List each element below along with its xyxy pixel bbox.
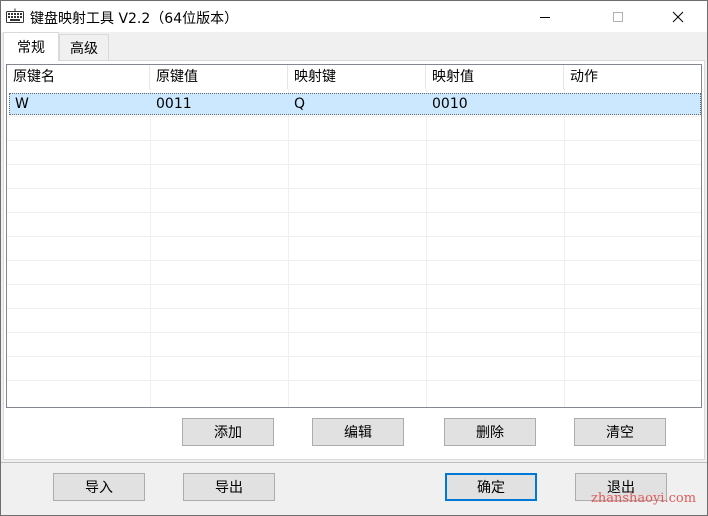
tab-strip: 常规 高级	[1, 32, 707, 61]
ok-button[interactable]: 确定	[445, 473, 537, 501]
grid-line	[288, 89, 289, 407]
clear-button[interactable]: 清空	[574, 418, 666, 446]
cell-mapped-value: 0010	[432, 96, 468, 112]
minimize-icon	[540, 16, 550, 18]
cell-action	[565, 94, 570, 114]
edit-button[interactable]: 编辑	[312, 418, 404, 446]
grid-line	[7, 308, 701, 309]
column-header-mapped-value[interactable]: 映射值	[426, 65, 564, 89]
list-header: 原键名 原键值 映射键 映射值 动作	[7, 65, 701, 89]
title-bar[interactable]: 键盘映射工具 V2.2（64位版本）	[1, 1, 707, 32]
grid-line	[150, 89, 151, 407]
grid-line	[7, 356, 701, 357]
grid-line	[7, 236, 701, 237]
footer-divider	[1, 462, 707, 463]
grid-line	[7, 332, 701, 333]
window-title: 键盘映射工具 V2.2（64位版本）	[30, 11, 239, 27]
maximize-button[interactable]	[595, 1, 641, 32]
list-body: W 0011 Q 0010	[7, 89, 701, 407]
mapping-list[interactable]: 原键名 原键值 映射键 映射值 动作 W 0011 Q 0010	[6, 64, 702, 408]
column-header-original-name[interactable]: 原键名	[7, 65, 150, 89]
grid-line	[7, 212, 701, 213]
cell-original-name: W	[15, 96, 29, 112]
watermark: zhanshaoyi.com	[591, 491, 697, 506]
column-header-original-value[interactable]: 原键值	[150, 65, 288, 89]
close-icon	[672, 11, 684, 22]
grid-line	[564, 89, 565, 407]
import-button[interactable]: 导入	[53, 473, 145, 501]
cell-mapped-key: Q	[294, 96, 306, 112]
tab-general[interactable]: 常规	[3, 32, 59, 61]
grid-line	[7, 116, 701, 117]
keyboard-icon	[6, 8, 24, 23]
app-window: 键盘映射工具 V2.2（64位版本） 常规 高级 原键名 原键值 映射键 映射值…	[0, 0, 708, 516]
grid-line	[7, 188, 701, 189]
grid-line	[7, 380, 701, 381]
cell-original-value: 0011	[156, 96, 192, 112]
column-header-action[interactable]: 动作	[564, 65, 701, 89]
tab-advanced[interactable]: 高级	[59, 34, 109, 60]
grid-line	[7, 284, 701, 285]
delete-button[interactable]: 删除	[444, 418, 536, 446]
close-button[interactable]	[655, 1, 701, 32]
grid-line	[7, 140, 701, 141]
column-header-mapped-key[interactable]: 映射键	[288, 65, 426, 89]
grid-line	[7, 260, 701, 261]
maximize-icon	[613, 11, 623, 22]
grid-line	[426, 89, 427, 407]
grid-line	[7, 164, 701, 165]
minimize-button[interactable]	[522, 1, 568, 32]
add-button[interactable]: 添加	[182, 418, 274, 446]
export-button[interactable]: 导出	[183, 473, 275, 501]
table-row[interactable]: W 0011 Q 0010	[9, 93, 701, 115]
